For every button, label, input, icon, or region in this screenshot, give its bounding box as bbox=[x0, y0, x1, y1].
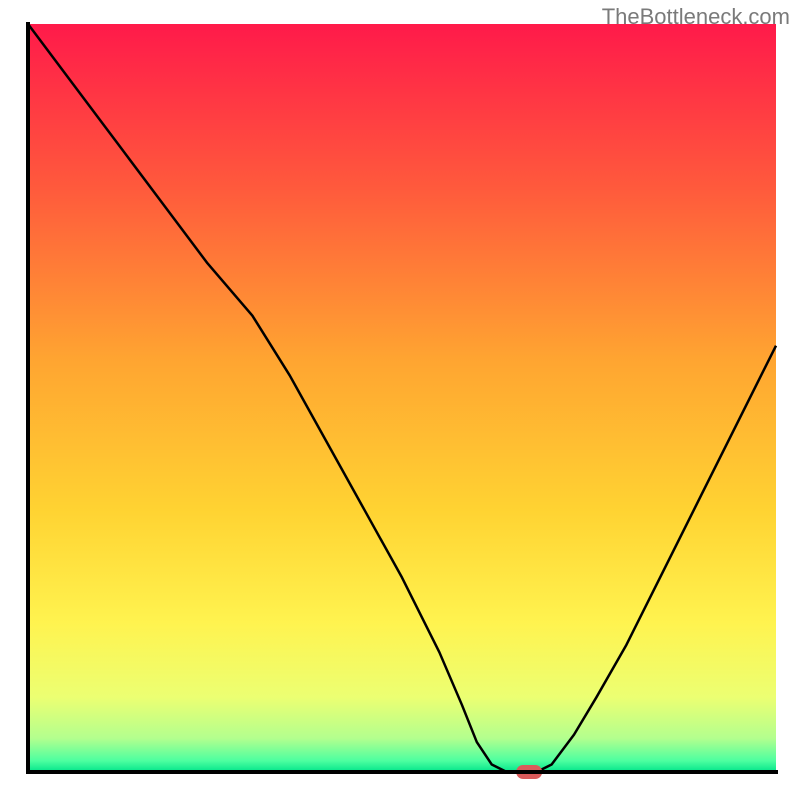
bottleneck-chart bbox=[20, 20, 780, 780]
gradient-background bbox=[28, 24, 776, 772]
chart-svg bbox=[20, 20, 780, 780]
watermark-text: TheBottleneck.com bbox=[602, 4, 790, 30]
